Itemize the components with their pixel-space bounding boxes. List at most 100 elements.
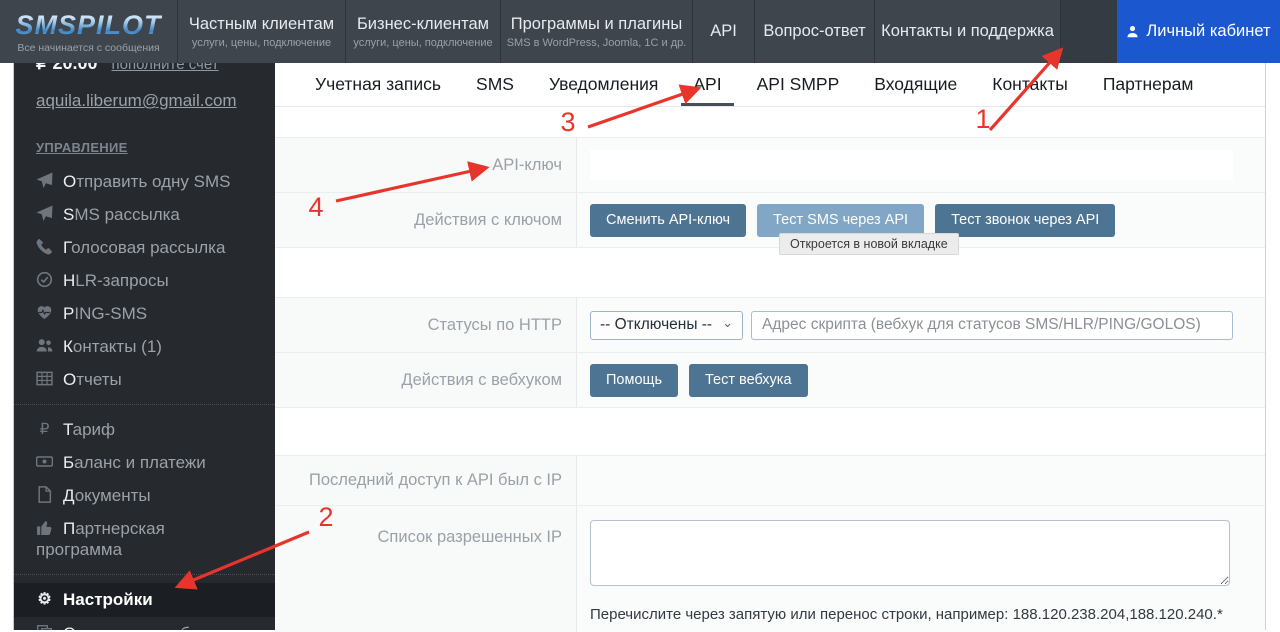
logo[interactable]: SMSPILOT Все начинается с сообщения (0, 0, 178, 63)
nav-item-title: Контакты и поддержка (881, 22, 1054, 40)
nav-item-contacts-support[interactable]: Контакты и поддержка (875, 0, 1061, 63)
nav-item-title: API (710, 22, 737, 40)
main-content: Учетная запись SMS Уведомления API API S… (275, 63, 1265, 632)
settings-tabs: Учетная запись SMS Уведомления API API S… (275, 63, 1265, 107)
svg-text:₽: ₽ (40, 421, 50, 437)
key-actions-label: Действия с ключом (275, 193, 577, 247)
page-gutter-left (0, 63, 14, 630)
tab-sms[interactable]: SMS (464, 63, 526, 106)
last-access-label: Последний доступ к API был с IP (275, 456, 577, 505)
test-sms-api-button[interactable]: Тест SMS через API (757, 203, 925, 237)
allowed-ips-label: Список разрешенных IP (275, 506, 577, 632)
api-key-input[interactable] (590, 150, 1233, 180)
webhook-group: Статусы по HTTP -- Отключены -- ⌄ Действ… (275, 297, 1265, 408)
paper-plane-icon (36, 172, 53, 189)
webhook-url-input[interactable] (751, 310, 1234, 340)
api-key-label: API-ключ (275, 138, 577, 192)
sidebar-item-sms-broadcast[interactable]: SMS рассылка (14, 198, 275, 231)
api-key-group: API-ключ Действия с ключом Сменить API-к… (275, 137, 1265, 255)
ip-access-group: Последний доступ к API был с IP Список р… (275, 455, 1265, 632)
nav-item-title: Бизнес-клиентам (356, 14, 490, 33)
sidebar-item-tariff[interactable]: ₽ Тариф (14, 413, 275, 446)
webhook-actions-label: Действия с вебхуком (275, 353, 577, 407)
form-row-last-access: Последний доступ к API был с IP (275, 455, 1265, 505)
form-row-api-key: API-ключ (275, 137, 1265, 192)
api-settings-form: API-ключ Действия с ключом Сменить API-к… (275, 137, 1265, 632)
nav-item-plugins[interactable]: Программы и плагины SMS в WordPress, Joo… (501, 0, 693, 63)
chevron-down-icon: ⌄ (722, 315, 734, 330)
users-icon (36, 337, 53, 354)
scrollbar-track[interactable] (1265, 63, 1280, 630)
topup-link[interactable]: пополните счет (112, 63, 219, 73)
sidebar-item-service-templates[interactable]: Сервисные шаблоны (14, 617, 275, 630)
test-call-api-button[interactable]: Тест звонок через API (935, 203, 1116, 237)
nav-item-business-clients[interactable]: Бизнес-клиентам услуги, цены, подключени… (346, 0, 501, 63)
tooltip-opens-new-tab: Откроется в новой вкладке (779, 233, 959, 255)
table-icon (36, 370, 53, 387)
ruble-icon: ₽ (36, 420, 53, 437)
webhook-help-button[interactable]: Помощь (590, 363, 679, 397)
logo-tagline: Все начинается с сообщения (17, 41, 160, 54)
heartbeat-icon (36, 304, 53, 321)
tab-account[interactable]: Учетная запись (303, 63, 453, 106)
tab-incoming[interactable]: Входящие (862, 63, 969, 106)
gear-icon: ⚙ (36, 590, 53, 607)
allowed-ips-textarea[interactable] (590, 520, 1230, 586)
http-status-select[interactable]: -- Отключены -- ⌄ (590, 310, 744, 340)
sidebar: ₽ 20.00 пополните счет aquila.liberum@gm… (14, 63, 275, 630)
paper-plane-icon (36, 205, 53, 222)
sidebar-divider (14, 574, 275, 575)
phone-icon (36, 238, 53, 255)
account-email-link[interactable]: aquila.liberum@gmail.com (14, 81, 275, 111)
sidebar-item-ping-sms[interactable]: PING-SMS (14, 297, 275, 330)
nav-item-subtitle: услуги, цены, подключение (353, 36, 493, 49)
tab-api-smpp[interactable]: API SMPP (745, 63, 852, 106)
sidebar-section-management: УПРАВЛЕНИЕ (36, 140, 128, 155)
allowed-ips-hint: Перечислите через запятую или перенос ст… (590, 606, 1223, 623)
nav-item-title: Вопрос-ответ (763, 22, 866, 40)
sidebar-item-send-one-sms[interactable]: Отправить одну SMS (14, 165, 275, 198)
user-icon (1126, 25, 1139, 38)
check-circle-icon (36, 271, 53, 288)
http-status-select-value: -- Отключены -- (600, 316, 713, 333)
sidebar-item-settings[interactable]: ⚙ Настройки (14, 583, 275, 617)
tab-contacts[interactable]: Контакты (980, 63, 1080, 106)
tab-partners[interactable]: Партнерам (1091, 63, 1206, 106)
nav-item-subtitle: SMS в WordPress, Joomla, 1С и др. (506, 36, 687, 49)
sidebar-item-balance-payments[interactable]: Баланс и платежи (14, 446, 275, 479)
svg-text:⚙: ⚙ (37, 591, 51, 607)
banknote-icon (36, 453, 53, 470)
logo-wordmark: SMSPILOT (15, 9, 162, 40)
sidebar-item-voice-broadcast[interactable]: Голосовая рассылка (14, 231, 275, 264)
tab-notifications[interactable]: Уведомления (537, 63, 670, 106)
nav-item-title: Программы и плагины (510, 14, 683, 33)
top-nav: SMSPILOT Все начинается с сообщения Част… (0, 0, 1280, 63)
sidebar-nav: Отправить одну SMS SMS рассылка Голосова… (14, 165, 275, 630)
document-icon (36, 486, 53, 503)
sidebar-item-contacts[interactable]: Контакты (1) (14, 330, 275, 363)
nav-spacer (1061, 0, 1117, 63)
sidebar-divider (14, 404, 275, 405)
nav-item-api[interactable]: API (693, 0, 755, 63)
sidebar-item-hlr-requests[interactable]: HLR-запросы (14, 264, 275, 297)
nav-item-subtitle: услуги, цены, подключение (191, 36, 332, 49)
form-row-webhook-actions: Действия с вебхуком Помощь Тест вебхука (275, 352, 1265, 407)
account-button-label: Личный кабинет (1146, 22, 1271, 40)
sidebar-item-documents[interactable]: Документы (14, 479, 275, 512)
form-row-http-status: Статусы по HTTP -- Отключены -- ⌄ (275, 297, 1265, 352)
nav-item-faq[interactable]: Вопрос-ответ (755, 0, 875, 63)
sidebar-item-partner-program[interactable]: Партнерская программа (14, 512, 239, 566)
change-api-key-button[interactable]: Сменить API-ключ (590, 203, 747, 237)
account-button[interactable]: Личный кабинет (1117, 0, 1280, 63)
nav-item-private-clients[interactable]: Частным клиентам услуги, цены, подключен… (178, 0, 346, 63)
sidebar-item-reports[interactable]: Отчеты (14, 363, 275, 396)
tab-api[interactable]: API (681, 63, 733, 106)
nav-item-title: Частным клиентам (188, 14, 335, 33)
form-row-allowed-ips: Список разрешенных IP Перечислите через … (275, 505, 1265, 632)
templates-icon (36, 624, 53, 630)
thumbs-up-icon (36, 519, 53, 536)
balance-row: ₽ 20.00 пополните счет (14, 63, 275, 81)
webhook-test-button[interactable]: Тест вебхука (689, 363, 808, 397)
balance-amount: ₽ 20.00 (36, 63, 98, 73)
form-row-key-actions: Действия с ключом Сменить API-ключ Тест … (275, 192, 1265, 255)
